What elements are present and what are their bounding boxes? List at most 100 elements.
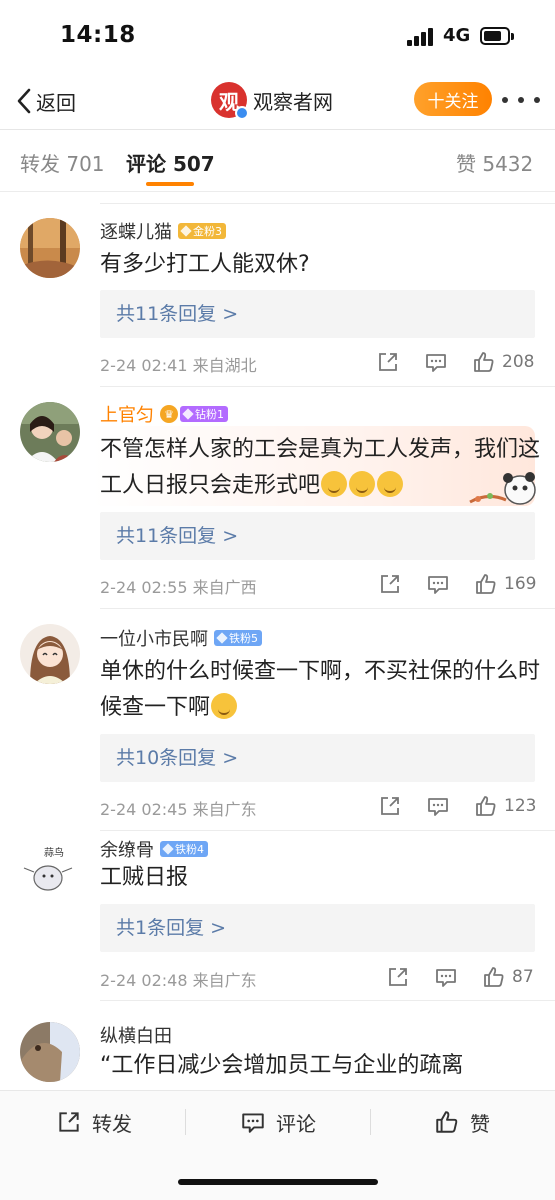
comment-meta: 2-24 02:48 来自广东 (100, 971, 257, 990)
like-label: 赞 (470, 1111, 490, 1136)
comment-meta: 2-24 02:45 来自广东 (100, 800, 257, 819)
divider (100, 608, 555, 609)
divider (100, 386, 555, 387)
share-action[interactable] (386, 964, 410, 990)
smile-emoji-icon (211, 693, 238, 719)
share-icon (381, 797, 399, 815)
comment-text[interactable]: 工贼日报 (100, 860, 540, 896)
thumbs-up-icon (436, 1111, 458, 1133)
username[interactable]: 上官匀 (100, 401, 154, 427)
divider (100, 830, 555, 831)
like-count: 169 (504, 574, 537, 594)
like-count: 123 (504, 796, 537, 816)
like-action[interactable]: 123 (474, 793, 536, 819)
like-count: 208 (502, 352, 535, 372)
like-action[interactable]: 169 (474, 571, 536, 597)
avatar[interactable] (20, 1022, 80, 1082)
avatar[interactable] (20, 218, 80, 278)
username[interactable]: 余缭骨 (100, 836, 154, 862)
tab-active-indicator (146, 182, 194, 186)
divider (100, 1000, 555, 1001)
username[interactable]: 一位小市民啊 (100, 625, 208, 651)
separator (185, 1109, 186, 1135)
comment-text[interactable]: 有多少打工人能双休? (100, 247, 540, 283)
avatar[interactable] (20, 624, 80, 684)
fan-badge[interactable]: 铁粉4 (160, 841, 208, 857)
network-type: 4G (443, 25, 471, 46)
comment-meta: 2-24 02:41 来自湖北 (100, 356, 257, 375)
comment-text-body: 单休的什么时候查一下啊，不买社保的什么时候查一下啊 (100, 659, 541, 720)
tab-like[interactable]: 赞 5432 (456, 148, 533, 177)
comment-action[interactable] (426, 571, 450, 597)
comment-text[interactable]: 单休的什么时候查一下啊，不买社保的什么时候查一下啊 (100, 654, 540, 726)
comment-button[interactable]: 评论 (240, 1107, 316, 1137)
avatar[interactable] (20, 402, 80, 462)
comment-icon (436, 969, 456, 987)
divider (100, 203, 555, 204)
fan-badge-label: 钻粉1 (195, 408, 224, 421)
comment-meta: 2-24 02:55 来自广西 (100, 578, 257, 597)
avatar[interactable]: 蒜鸟 (20, 840, 80, 900)
follow-button[interactable]: 十关注 (414, 82, 492, 116)
verified-icon (235, 106, 249, 120)
replies-button[interactable]: 共11条回复 > (100, 512, 535, 560)
fan-badge-label: 金粉3 (193, 225, 222, 238)
share-action[interactable] (376, 349, 400, 375)
share-action[interactable] (378, 793, 402, 819)
like-button[interactable]: 赞 (434, 1107, 490, 1137)
share-icon (59, 1112, 79, 1132)
comment-action[interactable] (426, 793, 450, 819)
panda-sticker-icon (468, 468, 540, 508)
comment-icon (428, 576, 448, 594)
comment-action[interactable] (424, 349, 448, 375)
comment-list[interactable]: 逐蝶儿猫 金粉3 有多少打工人能双休? 共11条回复 > 2-24 02:41 … (0, 192, 555, 1092)
replies-button[interactable]: 共10条回复 > (100, 734, 535, 782)
username[interactable]: 纵横白田 (100, 1022, 172, 1048)
fan-badge[interactable]: 钻粉1 (180, 406, 228, 422)
comment-icon (428, 798, 448, 816)
share-action[interactable] (378, 571, 402, 597)
thumbs-up-icon (476, 796, 496, 816)
comment-icon (242, 1113, 264, 1133)
comment-text[interactable]: “工作日减少会增加员工与企业的疏离 (100, 1048, 540, 1084)
tab-comment[interactable]: 评论 507 (126, 148, 215, 177)
fan-badge[interactable]: 金粉3 (178, 223, 226, 239)
laugh-cry-emoji-icon (349, 471, 376, 497)
repost-button[interactable]: 转发 (56, 1107, 132, 1137)
replies-button[interactable]: 共11条回复 > (100, 290, 535, 338)
comment-action[interactable] (434, 964, 458, 990)
like-count: 87 (512, 967, 534, 987)
separator (370, 1109, 371, 1135)
home-indicator[interactable] (178, 1179, 378, 1185)
replies-button[interactable]: 共1条回复 > (100, 904, 535, 952)
nav-bar: 返回 观 观察者网 十关注 (0, 72, 555, 130)
user-line: 余缭骨 铁粉4 (100, 837, 208, 861)
username[interactable]: 逐蝶儿猫 (100, 218, 172, 244)
like-action[interactable]: 208 (472, 349, 534, 375)
fan-badge-label: 铁粉4 (175, 843, 204, 856)
signal-icon (407, 28, 435, 46)
bottom-action-bar: 转发 评论 赞 (0, 1090, 555, 1200)
fan-badge-label: 铁粉5 (229, 632, 258, 645)
thumbs-up-icon (474, 352, 494, 372)
battery-icon (480, 27, 514, 45)
share-icon (381, 575, 399, 593)
tab-repost[interactable]: 转发 701 (20, 148, 105, 177)
thumbs-up-icon (476, 574, 496, 594)
share-icon (379, 353, 397, 371)
avatar-text: 蒜鸟 (44, 846, 64, 859)
like-action[interactable]: 87 (482, 964, 534, 990)
comment-label: 评论 (276, 1111, 316, 1136)
laugh-cry-emoji-icon (321, 471, 348, 497)
back-label: 返回 (36, 90, 76, 115)
laugh-cry-emoji-icon (377, 471, 404, 497)
status-bar: 14:18 4G (0, 0, 555, 72)
more-options-icon[interactable] (502, 86, 540, 114)
account-logo: 观 (211, 82, 249, 120)
account-header[interactable]: 观 观察者网 (211, 80, 333, 120)
back-button[interactable]: 返回 (14, 84, 76, 118)
account-name: 观察者网 (253, 89, 333, 114)
fan-badge[interactable]: 铁粉5 (214, 630, 262, 646)
tab-bar: 转发 701 评论 507 赞 5432 (0, 130, 555, 192)
comment-icon (426, 354, 446, 372)
